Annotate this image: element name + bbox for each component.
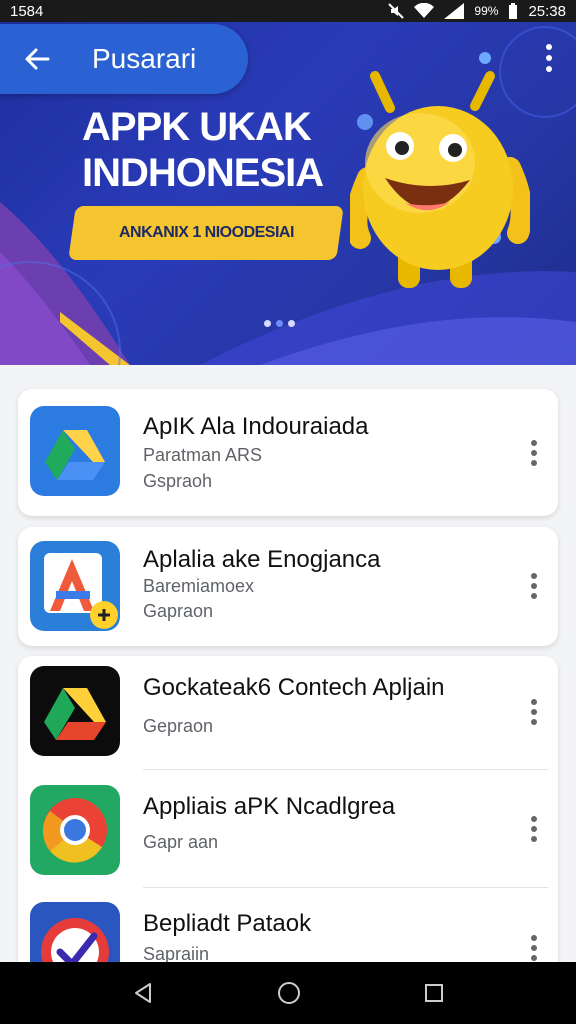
signal-icon [444,3,465,19]
home-circle-icon[interactable] [276,980,302,1006]
status-icons: 99% 25:38 [388,3,566,20]
app-meta: Gapraon [143,601,214,621]
hero-banner[interactable]: Pusarari APPK UKAK INDHONESIA ANKANIX 1 … [0,22,576,365]
app-row[interactable]: Appliais aPK Ncadlgrea Gapr aan [18,770,558,887]
more-vert-icon[interactable] [530,698,538,726]
recents-square-icon[interactable] [423,982,445,1004]
more-vert-icon[interactable] [530,815,538,843]
app-row[interactable]: Gockateak6 Contech Apljain Gepraon [18,656,558,770]
arrow-back-icon[interactable] [22,44,52,74]
app-publisher: Baremiamoex [143,576,255,596]
status-time-right: 25:38 [528,2,566,20]
status-bar: 1584 99% 25:38 [0,0,576,22]
more-vert-icon[interactable] [544,42,554,74]
system-nav-bar [0,962,576,1024]
hero-title-line2: INDHONESIA [82,151,324,195]
battery-text: 99% [474,4,499,18]
back-triangle-icon[interactable] [131,981,155,1005]
more-vert-icon[interactable] [530,934,538,962]
app-name: ApIK Ala Indouraiada [143,413,369,440]
app-card[interactable]: Aplalia ake Enogjanca Baremiamoex Gaprao… [18,527,558,646]
more-vert-icon[interactable] [530,572,538,600]
app-name: Gockateak6 Contech Apljain [143,674,445,701]
header-title: Pusarari [92,43,197,74]
search-pill[interactable]: Pusarari [0,24,248,94]
mute-icon [388,3,405,19]
hero-title: APPK UKAK INDHONESIA [82,104,324,196]
carousel-dot[interactable] [264,320,271,327]
app-publisher: Paratman ARS [143,445,263,465]
battery-icon [509,3,518,19]
app-name: Bepliadt Pataok [143,910,312,937]
letter-a-app-icon [30,541,120,631]
carousel-dot-active[interactable] [276,320,283,327]
hero-subtitle-ribbon: ANKANIX 1 NIOODESIAI [68,206,344,260]
hero-subtitle: ANKANIX 1 NIOODESIAI [118,224,294,241]
app-meta: Gepraon [143,716,214,736]
app-name: Aplalia ake Enogjanca [143,546,381,573]
carousel-indicator [264,320,295,327]
wifi-icon [414,3,435,18]
carousel-dot[interactable] [288,320,295,327]
drive-dark-icon [30,666,120,756]
chrome-style-icon [30,785,120,875]
app-list-card: Gockateak6 Contech Apljain Gepraon Appli… [18,656,558,992]
app-meta: Gspraoh [143,471,213,491]
more-vert-icon[interactable] [530,439,538,467]
app-row[interactable]: Aplalia ake Enogjanca Baremiamoex Gaprao… [18,527,558,646]
app-row[interactable]: ApIK Ala Indouraiada Paratman ARS Gsprao… [18,389,558,516]
drive-triangle-icon [30,406,120,496]
mascot-illustration [350,71,530,288]
hero-title-line1: APPK UKAK [82,105,312,149]
app-name: Appliais aPK Ncadlgrea [143,793,396,820]
app-meta: Gapr aan [143,832,219,852]
app-card[interactable]: ApIK Ala Indouraiada Paratman ARS Gsprao… [18,389,558,516]
status-time-left: 1584 [10,2,44,20]
